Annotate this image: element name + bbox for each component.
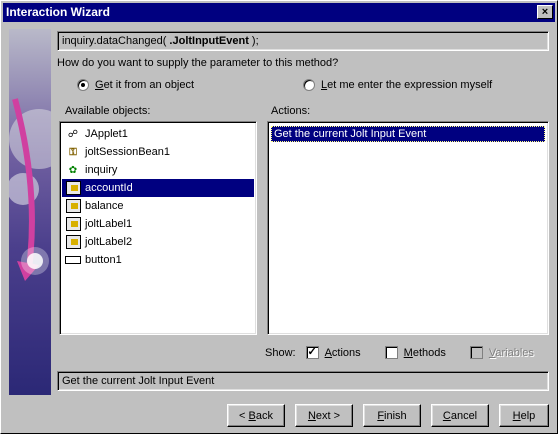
checkbox-box-disabled bbox=[469, 346, 483, 359]
list-item-joltlabel2[interactable]: joltLabel2 bbox=[62, 233, 254, 251]
gear-icon: ✿ bbox=[68, 164, 78, 176]
finish-button[interactable]: Finish bbox=[363, 404, 421, 427]
window-title: Interaction Wizard bbox=[6, 5, 110, 19]
bean-key-icon: ⚿ bbox=[69, 146, 77, 158]
textfield-component-icon bbox=[65, 198, 81, 214]
list-item-japplet1[interactable]: ☍ JApplet1 bbox=[62, 125, 254, 143]
actions-list[interactable]: Get the current Jolt Input Event bbox=[267, 121, 549, 335]
textfield-component-icon bbox=[65, 180, 81, 196]
available-objects-list[interactable]: ☍ JApplet1 ⚿ joltSessionBean1 ✿ inquiry … bbox=[59, 121, 257, 335]
button-component-icon bbox=[65, 252, 81, 268]
next-button[interactable]: Next > bbox=[295, 404, 353, 427]
checkbox-methods[interactable]: Methods bbox=[384, 346, 446, 359]
radio-button[interactable] bbox=[303, 79, 315, 91]
radio-button-selected[interactable] bbox=[77, 79, 89, 91]
radio-get-from-object[interactable]: Get it from an object bbox=[77, 79, 194, 91]
action-item-get-current-event[interactable]: Get the current Jolt Input Event bbox=[271, 126, 545, 142]
method-signature-prefix: inquiry.dataChanged( bbox=[62, 35, 170, 47]
applet-icon: ☍ bbox=[67, 128, 79, 140]
list-item-button1[interactable]: button1 bbox=[62, 251, 254, 269]
list-item-joltsessionbean1[interactable]: ⚿ joltSessionBean1 bbox=[62, 143, 254, 161]
list-item-accountid[interactable]: accountId bbox=[62, 179, 254, 197]
available-objects-label: Available objects: bbox=[65, 105, 151, 117]
checkbox-box[interactable] bbox=[384, 346, 398, 359]
radio-enter-expression[interactable]: Let me enter the expression myself bbox=[303, 79, 492, 91]
label-component-icon bbox=[65, 216, 81, 232]
back-button[interactable]: < Back bbox=[227, 404, 285, 427]
cancel-button[interactable]: Cancel bbox=[431, 404, 489, 427]
method-signature-param: .JoltInputEvent bbox=[169, 35, 249, 47]
interaction-wizard-window: Interaction Wizard × inquiry.dataChanged… bbox=[0, 0, 558, 434]
help-button[interactable]: Help bbox=[499, 404, 549, 427]
check-icon[interactable]: ✓ bbox=[305, 346, 319, 359]
show-filter-row: Show: ✓ Actions Methods Variables bbox=[265, 346, 558, 359]
method-signature-suffix: ); bbox=[248, 35, 259, 47]
radio-label: Get it from an object bbox=[95, 79, 195, 91]
checkbox-variables: Variables bbox=[469, 346, 534, 359]
show-label: Show: bbox=[265, 346, 296, 359]
list-item-balance[interactable]: balance bbox=[62, 197, 254, 215]
parameter-question: How do you want to supply the parameter … bbox=[57, 57, 339, 69]
checkbox-actions[interactable]: ✓ Actions bbox=[305, 346, 361, 359]
list-item-inquiry[interactable]: ✿ inquiry bbox=[62, 161, 254, 179]
actions-label: Actions: bbox=[271, 105, 311, 117]
title-bar[interactable]: Interaction Wizard × bbox=[3, 3, 555, 22]
method-signature-field: inquiry.dataChanged( .JoltInputEvent ); bbox=[57, 31, 549, 51]
radio-label: Let me enter the expression myself bbox=[321, 79, 493, 91]
close-icon[interactable]: × bbox=[537, 5, 553, 19]
list-item-joltlabel1[interactable]: joltLabel1 bbox=[62, 215, 254, 233]
wizard-side-art-image bbox=[9, 29, 51, 395]
label-component-icon bbox=[65, 234, 81, 250]
status-description-field: Get the current Jolt Input Event bbox=[57, 371, 549, 391]
